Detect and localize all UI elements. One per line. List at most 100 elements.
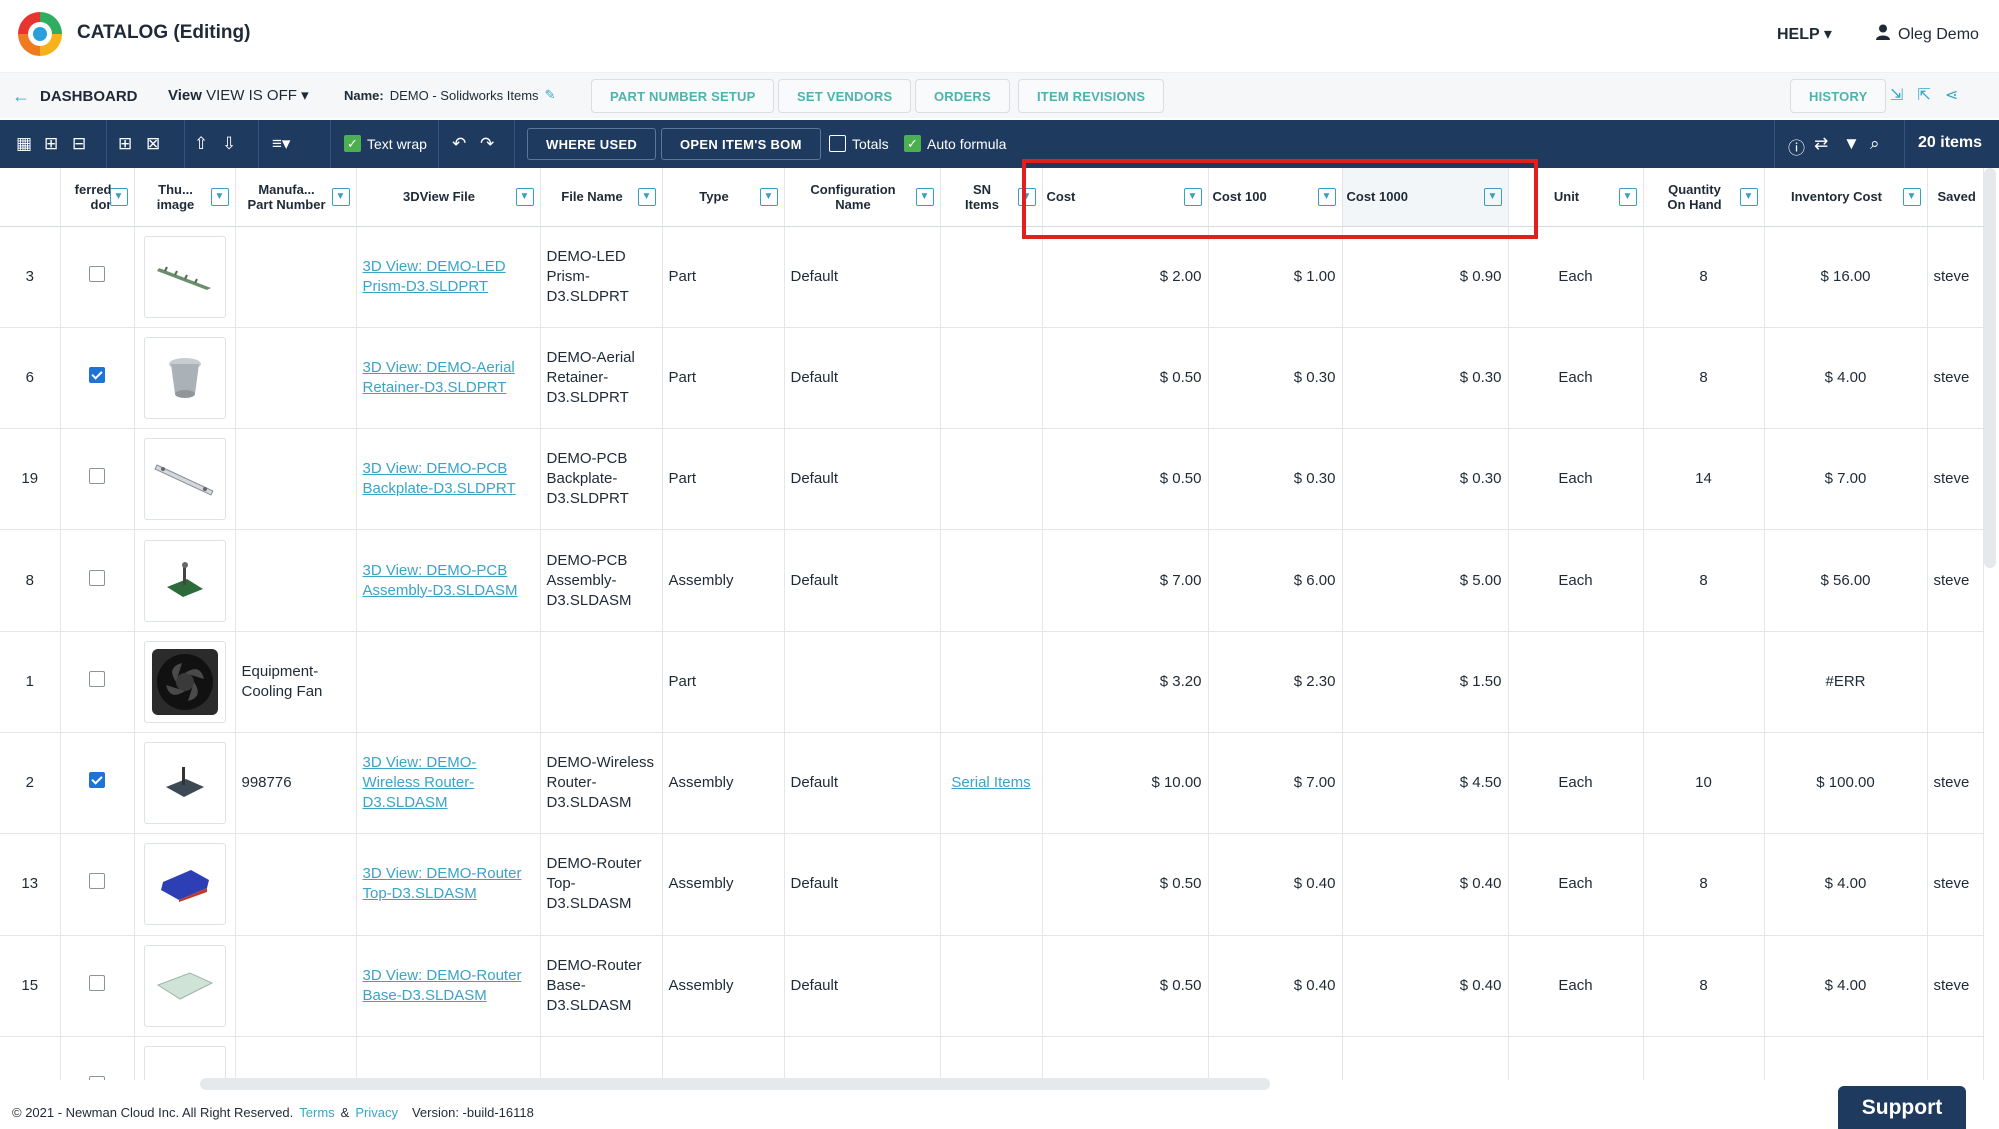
- search-icon[interactable]: ⌕: [1870, 134, 1880, 154]
- cost-cell[interactable]: $ 7.00: [1042, 529, 1209, 632]
- unit-cell[interactable]: Each: [1508, 935, 1644, 1037]
- manufacturer-part-number-cell[interactable]: [235, 428, 357, 531]
- configuration-name-cell[interactable]: Default: [784, 327, 941, 430]
- cost-cell[interactable]: $ 0.50: [1042, 327, 1209, 430]
- manufacturer-part-number-cell[interactable]: [235, 529, 357, 632]
- thumbnail-image[interactable]: [143, 336, 226, 419]
- configuration-name-cell[interactable]: [784, 631, 941, 733]
- thumbnail-image[interactable]: [143, 539, 226, 622]
- file-name-cell[interactable]: DEMO-LED Prism-D3.SLDPRT: [540, 226, 663, 328]
- cost-1000-cell[interactable]: $ 1.50: [1342, 631, 1509, 733]
- sn-items-cell[interactable]: Serial Items: [940, 732, 1043, 835]
- 3dview-file-cell[interactable]: 3D View: DEMO-Aerial Retainer-D3.SLDPRT: [356, 327, 541, 430]
- unit-cell[interactable]: Each: [1508, 732, 1644, 835]
- share-icon[interactable]: ⋖: [1945, 85, 1958, 105]
- configuration-name-cell[interactable]: Default: [784, 833, 941, 936]
- pencil-icon[interactable]: ✎: [545, 87, 556, 103]
- cost-cell[interactable]: [1042, 1036, 1209, 1080]
- manufacturer-part-number-cell[interactable]: [235, 935, 357, 1037]
- add-column-icon[interactable]: ⊞: [118, 134, 132, 154]
- 3dview-link[interactable]: 3D View: DEMO-PCB Assembly-D3.SLDASM: [363, 562, 518, 599]
- table-row[interactable]: 3 3D View: DEMO-LED Prism-D3.SLDPRT DEMO-L…: [0, 226, 1984, 328]
- file-name-cell[interactable]: DEMO-Wireless Router-D3.SLDASM: [540, 732, 663, 835]
- configuration-name-cell[interactable]: Default: [784, 428, 941, 531]
- cost-1000-cell[interactable]: $ 0.90: [1342, 226, 1509, 328]
- type-cell[interactable]: [662, 1036, 785, 1080]
- table-row[interactable]: 3D View: DEMO-RubberDEMO-Rubber: [0, 1036, 1984, 1080]
- item-revisions-button[interactable]: ITEM REVISIONS: [1018, 79, 1165, 113]
- thumbnail-image[interactable]: [143, 843, 226, 926]
- quantity-on-hand-cell[interactable]: 10: [1643, 732, 1765, 835]
- table-row[interactable]: 8 3D View: DEMO-PCB Assembly-D3.SLDASM DEM…: [0, 529, 1984, 632]
- manufacturer-part-number-cell[interactable]: [235, 833, 357, 936]
- sn-items-cell[interactable]: [940, 631, 1043, 733]
- sn-items-cell[interactable]: [940, 327, 1043, 430]
- cost-100-cell[interactable]: $ 0.30: [1208, 428, 1343, 531]
- cost-100-cell[interactable]: $ 6.00: [1208, 529, 1343, 632]
- align-icon[interactable]: ≡▾: [272, 134, 290, 154]
- cost-100-cell[interactable]: [1208, 1036, 1343, 1080]
- view-selector[interactable]: View VIEW IS OFF ▾: [168, 86, 309, 104]
- column-header-file-name[interactable]: File Name ▼: [540, 168, 663, 227]
- cost-1000-cell[interactable]: $ 0.40: [1342, 833, 1509, 936]
- sn-items-cell[interactable]: [940, 935, 1043, 1037]
- column-filter-icon[interactable]: ▼: [210, 188, 229, 206]
- table-row[interactable]: 6 3D View: DEMO-Aerial Retainer-D3.SLDPRT…: [0, 327, 1984, 430]
- type-cell[interactable]: Assembly: [662, 935, 785, 1037]
- file-name-cell[interactable]: DEMO-Aerial Retainer-D3.SLDPRT: [540, 327, 663, 430]
- dashboard-link[interactable]: ← DASHBOARD: [12, 86, 138, 107]
- swap-icon[interactable]: ⇄: [1814, 134, 1828, 154]
- unit-cell[interactable]: Each: [1508, 226, 1644, 328]
- configuration-name-cell[interactable]: [784, 1036, 941, 1080]
- sn-items-cell[interactable]: [940, 428, 1043, 531]
- 3dview-file-cell[interactable]: 3D View: DEMO-Router Top-D3.SLDASM: [356, 833, 541, 936]
- app-logo[interactable]: [14, 8, 66, 60]
- column-header-saved[interactable]: Saved: [1927, 168, 1984, 227]
- cost-1000-cell[interactable]: [1342, 1036, 1509, 1080]
- manufacturer-part-number-cell[interactable]: [235, 1036, 357, 1080]
- cost-cell[interactable]: $ 10.00: [1042, 732, 1209, 835]
- file-name-cell[interactable]: [540, 631, 663, 733]
- sn-items-cell[interactable]: [940, 529, 1043, 632]
- column-filter-icon[interactable]: ▼: [109, 188, 128, 206]
- delete-column-icon[interactable]: ⊠: [146, 134, 160, 154]
- cost-cell[interactable]: $ 0.50: [1042, 935, 1209, 1037]
- preferred-vendor-checkbox[interactable]: [89, 670, 105, 687]
- 3dview-file-cell[interactable]: 3D View: DEMO-PCB Assembly-D3.SLDASM: [356, 529, 541, 632]
- preferred-vendor-checkbox[interactable]: [89, 873, 105, 890]
- configuration-name-cell[interactable]: Default: [784, 529, 941, 632]
- history-button[interactable]: HISTORY: [1790, 79, 1887, 113]
- serial-items-link[interactable]: Serial Items: [951, 774, 1030, 791]
- export-icon[interactable]: ⇱: [1917, 85, 1930, 105]
- cost-100-cell[interactable]: $ 0.40: [1208, 833, 1343, 936]
- manufacturer-part-number-cell[interactable]: Equipment-Cooling Fan: [235, 631, 357, 733]
- quantity-on-hand-cell[interactable]: 8: [1643, 327, 1765, 430]
- cost-1000-cell[interactable]: $ 0.40: [1342, 935, 1509, 1037]
- column-header-cost-1000[interactable]: Cost 1000 ▼: [1342, 168, 1509, 227]
- preferred-vendor-checkbox[interactable]: [89, 366, 105, 383]
- column-header-preferred-vendor[interactable]: ferred dor ▼: [60, 168, 135, 227]
- column-header-inventory-cost[interactable]: Inventory Cost ▼: [1764, 168, 1928, 227]
- column-filter-icon[interactable]: ▼: [1902, 188, 1921, 206]
- column-header-unit[interactable]: Unit ▼: [1508, 168, 1644, 227]
- column-filter-icon[interactable]: ▼: [637, 188, 656, 206]
- preferred-vendor-checkbox[interactable]: [89, 265, 105, 282]
- 3dview-link[interactable]: 3D View: DEMO-LED Prism-D3.SLDPRT: [363, 258, 506, 295]
- cost-1000-cell[interactable]: $ 0.30: [1342, 327, 1509, 430]
- privacy-link[interactable]: Privacy: [355, 1105, 398, 1120]
- column-header-quantity-on-hand[interactable]: Quantity On Hand ▼: [1643, 168, 1765, 227]
- where-used-button[interactable]: WHERE USED: [527, 128, 657, 160]
- cost-1000-cell[interactable]: $ 0.30: [1342, 428, 1509, 531]
- configuration-name-cell[interactable]: Default: [784, 732, 941, 835]
- configuration-name-cell[interactable]: Default: [784, 935, 941, 1037]
- type-cell[interactable]: Assembly: [662, 732, 785, 835]
- 3dview-file-cell[interactable]: 3D View: DEMO-Router Base-D3.SLDASM: [356, 935, 541, 1037]
- cost-cell[interactable]: $ 3.20: [1042, 631, 1209, 733]
- column-header-manufacturer-part-number[interactable]: Manufa... Part Number ▼: [235, 168, 357, 227]
- preferred-vendor-checkbox[interactable]: [89, 1076, 105, 1080]
- table-row[interactable]: 1 Equipment-Cooling Fan Part $ 3.20 $ 2.30 $ …: [0, 631, 1984, 733]
- undo-icon[interactable]: ↶: [452, 134, 466, 154]
- column-filter-icon[interactable]: ▼: [1183, 188, 1202, 206]
- quantity-on-hand-cell[interactable]: [1643, 631, 1765, 733]
- open-bom-button[interactable]: OPEN ITEM'S BOM: [661, 128, 821, 160]
